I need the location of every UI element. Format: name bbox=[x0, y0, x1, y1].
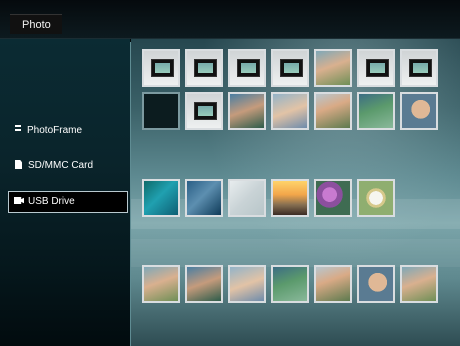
title-bar: Photo bbox=[0, 0, 460, 39]
thumbnail[interactable] bbox=[185, 179, 223, 217]
sidebar-item-label: PhotoFrame bbox=[27, 125, 83, 136]
photo-browser: Photo PhotoFrame SD/MMC Card USB Drive bbox=[0, 0, 460, 346]
thumbnail[interactable] bbox=[314, 265, 352, 303]
thumbnail[interactable] bbox=[142, 49, 180, 87]
thumbnail[interactable] bbox=[142, 179, 180, 217]
thumbnail[interactable] bbox=[271, 179, 309, 217]
thumbnail[interactable] bbox=[271, 49, 309, 87]
thumbnail-selected[interactable] bbox=[142, 92, 180, 130]
thumbnail[interactable] bbox=[228, 179, 266, 217]
usb-icon bbox=[14, 197, 24, 204]
thumbnail[interactable] bbox=[228, 49, 266, 87]
thumbnail[interactable] bbox=[271, 265, 309, 303]
thumbnail[interactable] bbox=[357, 49, 395, 87]
thumbnail[interactable] bbox=[228, 92, 266, 130]
thumbnail[interactable] bbox=[314, 49, 352, 87]
card-icon bbox=[15, 160, 22, 169]
thumbnail[interactable] bbox=[185, 92, 223, 130]
thumbnail[interactable] bbox=[142, 265, 180, 303]
thumbnail[interactable] bbox=[271, 92, 309, 130]
thumbnail[interactable] bbox=[357, 92, 395, 130]
sidebar-item-usb-drive[interactable]: USB Drive bbox=[8, 191, 128, 213]
thumbnail[interactable] bbox=[400, 49, 438, 87]
thumbnail[interactable] bbox=[185, 49, 223, 87]
thumbnail[interactable] bbox=[400, 265, 438, 303]
list-icon bbox=[15, 125, 21, 133]
thumbnail[interactable] bbox=[185, 265, 223, 303]
sidebar-item-photoframe[interactable]: PhotoFrame bbox=[8, 121, 128, 141]
thumbnail-area bbox=[131, 39, 460, 346]
thumbnail[interactable] bbox=[357, 265, 395, 303]
thumbnail[interactable] bbox=[228, 265, 266, 303]
page-title: Photo bbox=[10, 14, 62, 34]
sidebar-item-label: USB Drive bbox=[28, 196, 75, 207]
thumbnail[interactable] bbox=[357, 179, 395, 217]
sidebar-item-label: SD/MMC Card bbox=[28, 160, 94, 171]
thumbnail[interactable] bbox=[400, 92, 438, 130]
thumbnail[interactable] bbox=[314, 92, 352, 130]
source-sidebar: PhotoFrame SD/MMC Card USB Drive bbox=[0, 39, 130, 346]
thumbnail[interactable] bbox=[314, 179, 352, 217]
sidebar-item-sd-mmc-card[interactable]: SD/MMC Card bbox=[8, 156, 128, 176]
row-band bbox=[131, 239, 460, 267]
